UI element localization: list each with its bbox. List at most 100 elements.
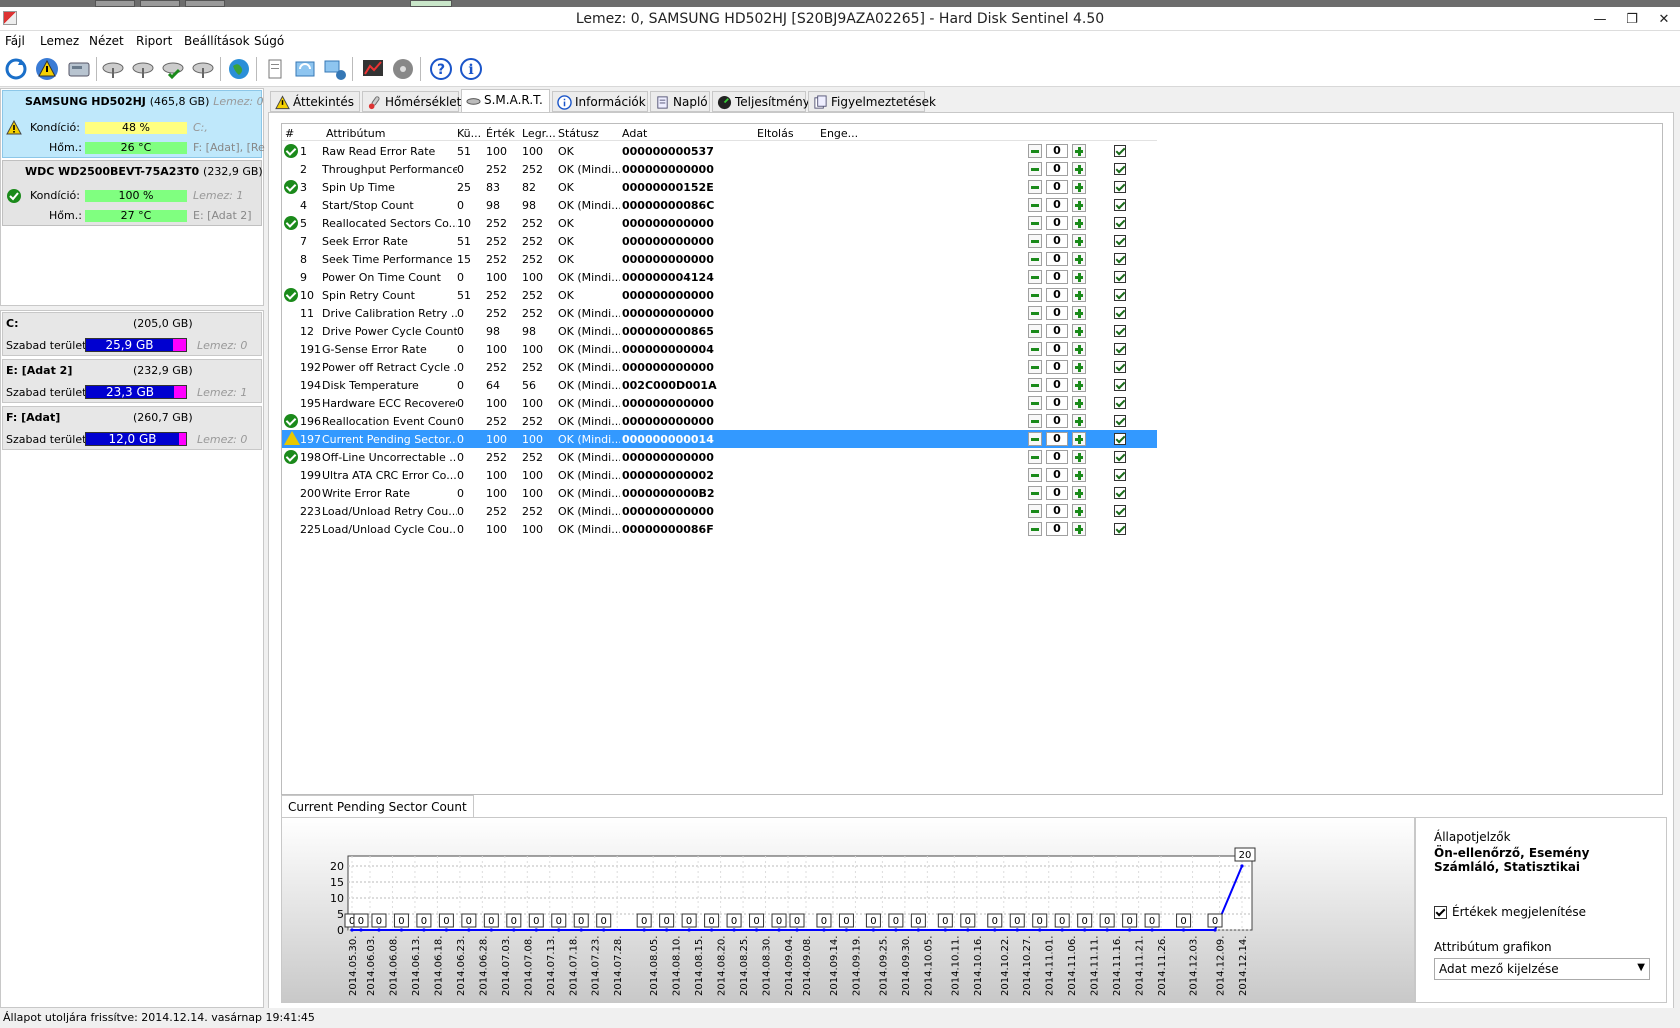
offset-decrease-button[interactable] [1028, 162, 1042, 176]
offset-decrease-button[interactable] [1028, 306, 1042, 320]
smart-table[interactable]: # Attribútum Kü... Érték Legr... Státusz… [281, 123, 1663, 795]
offset-value[interactable]: 0 [1046, 522, 1068, 536]
offset-decrease-button[interactable] [1028, 252, 1042, 266]
offset-increase-button[interactable] [1072, 180, 1086, 194]
volume-item-c[interactable]: C: (205,0 GB) Szabad terület 25,9 GB Lem… [2, 312, 262, 356]
offset-value[interactable]: 0 [1046, 288, 1068, 302]
satellite-add-icon[interactable] [130, 56, 156, 82]
menu-report[interactable]: Riport [136, 34, 172, 48]
tab-performance[interactable]: Teljesítmény [712, 91, 810, 112]
menu-help[interactable]: Súgó [254, 34, 284, 48]
offset-increase-button[interactable] [1072, 504, 1086, 518]
offset-decrease-button[interactable] [1028, 216, 1042, 230]
network-icon[interactable] [322, 56, 348, 82]
offset-decrease-button[interactable] [1028, 486, 1042, 500]
col-threshold[interactable]: Kü... [457, 127, 481, 140]
close-button[interactable]: ✕ [1648, 7, 1680, 31]
disk-drive-icon[interactable] [66, 56, 92, 82]
offset-increase-button[interactable] [1072, 486, 1086, 500]
offset-value[interactable]: 0 [1046, 360, 1068, 374]
enabled-checkbox[interactable] [1114, 325, 1126, 337]
table-row[interactable]: 200 Write Error Rate 0 100 100 OK (Mindi... 00… [282, 484, 1157, 502]
offset-value[interactable]: 0 [1046, 378, 1068, 392]
enabled-checkbox[interactable] [1114, 415, 1126, 427]
enabled-checkbox[interactable] [1114, 343, 1126, 355]
offset-value[interactable]: 0 [1046, 414, 1068, 428]
offset-decrease-button[interactable] [1028, 450, 1042, 464]
offset-increase-button[interactable] [1072, 396, 1086, 410]
enabled-checkbox[interactable] [1114, 253, 1126, 265]
offset-increase-button[interactable] [1072, 144, 1086, 158]
satellite-remove-icon[interactable] [190, 56, 216, 82]
tab-temperature[interactable]: Hőmérséklet [362, 91, 461, 112]
table-row[interactable]: 225 Load/Unload Cycle Cou... 0 100 100 OK (Mi… [282, 520, 1157, 538]
disk-tools-icon[interactable] [390, 56, 416, 82]
offset-increase-button[interactable] [1072, 414, 1086, 428]
table-row[interactable]: 195 Hardware ECC Recovered 0 100 100 OK (Mind… [282, 394, 1157, 412]
table-row[interactable]: 12 Drive Power Cycle Count 0 98 98 OK (Mindi.… [282, 322, 1157, 340]
col-status[interactable]: Státusz [558, 127, 599, 140]
menu-view[interactable]: Nézet [89, 34, 124, 48]
offset-decrease-button[interactable] [1028, 468, 1042, 482]
table-row[interactable]: 2 Throughput Performance 0 252 252 OK (Mindi.… [282, 160, 1157, 178]
offset-value[interactable]: 0 [1046, 432, 1068, 446]
offset-value[interactable]: 0 [1046, 450, 1068, 464]
offset-value[interactable]: 0 [1046, 198, 1068, 212]
offset-increase-button[interactable] [1072, 216, 1086, 230]
table-row[interactable]: 191 G-Sense Error Rate 0 100 100 OK (Mindi...… [282, 340, 1157, 358]
satellite-ok-icon[interactable] [160, 56, 186, 82]
offset-value[interactable]: 0 [1046, 306, 1068, 320]
offset-value[interactable]: 0 [1046, 252, 1068, 266]
enabled-checkbox[interactable] [1114, 289, 1126, 301]
offset-value[interactable]: 0 [1046, 324, 1068, 338]
table-row[interactable]: 1 Raw Read Error Rate 51 100 100 OK 0000000005… [282, 142, 1157, 160]
enabled-checkbox[interactable] [1114, 469, 1126, 481]
show-values-checkbox[interactable] [1434, 906, 1447, 919]
drive-item-1[interactable]: WDC WD2500BEVT-75A23T0 (232,9 GB) Kondíc… [2, 160, 263, 226]
col-data[interactable]: Adat [622, 127, 647, 140]
table-row[interactable]: 7 Seek Error Rate 51 252 252 OK 000000000000 0 [282, 232, 1157, 250]
offset-decrease-button[interactable] [1028, 198, 1042, 212]
offset-value[interactable]: 0 [1046, 216, 1068, 230]
col-enabled[interactable]: Enge... [820, 127, 858, 140]
offset-increase-button[interactable] [1072, 432, 1086, 446]
offset-decrease-button[interactable] [1028, 324, 1042, 338]
table-row[interactable]: 192 Power off Retract Cycle ... 0 252 252 OK … [282, 358, 1157, 376]
refresh-icon[interactable] [3, 56, 29, 82]
offset-increase-button[interactable] [1072, 234, 1086, 248]
offset-increase-button[interactable] [1072, 288, 1086, 302]
maximize-button[interactable]: ❐ [1616, 7, 1648, 31]
satellite-icon[interactable] [100, 56, 126, 82]
col-attribute[interactable]: Attribútum [326, 127, 386, 140]
offset-increase-button[interactable] [1072, 162, 1086, 176]
table-row[interactable]: 11 Drive Calibration Retry ... 0 252 252 OK (… [282, 304, 1157, 322]
offset-value[interactable]: 0 [1046, 144, 1068, 158]
enabled-checkbox[interactable] [1114, 145, 1126, 157]
enabled-checkbox[interactable] [1114, 451, 1126, 463]
report-icon[interactable] [262, 56, 288, 82]
table-row[interactable]: 223 Load/Unload Retry Cou... 0 252 252 OK (Mi… [282, 502, 1157, 520]
table-row[interactable]: 5 Reallocated Sectors Co... 10 252 252 OK 0000… [282, 214, 1157, 232]
offset-increase-button[interactable] [1072, 522, 1086, 536]
offset-decrease-button[interactable] [1028, 360, 1042, 374]
col-value[interactable]: Érték [486, 127, 515, 140]
offset-value[interactable]: 0 [1046, 270, 1068, 284]
table-row[interactable]: 8 Seek Time Performance 15 252 252 OK 00000000… [282, 250, 1157, 268]
offset-value[interactable]: 0 [1046, 162, 1068, 176]
info-icon[interactable]: i [458, 56, 484, 82]
offset-decrease-button[interactable] [1028, 180, 1042, 194]
enabled-checkbox[interactable] [1114, 271, 1126, 283]
col-worst[interactable]: Legr... [522, 127, 556, 140]
table-row[interactable]: 10 Spin Retry Count 51 252 252 OK 000000000000… [282, 286, 1157, 304]
offset-decrease-button[interactable] [1028, 504, 1042, 518]
enabled-checkbox[interactable] [1114, 181, 1126, 193]
offset-value[interactable]: 0 [1046, 486, 1068, 500]
enabled-checkbox[interactable] [1114, 397, 1126, 409]
offset-decrease-button[interactable] [1028, 522, 1042, 536]
tab-overview[interactable]: Áttekintés [270, 91, 360, 112]
table-row[interactable]: 198 Off-Line Uncorrectable ... 0 252 252 OK (… [282, 448, 1157, 466]
tab-alerts[interactable]: Figyelmeztetések [808, 91, 936, 112]
offset-value[interactable]: 0 [1046, 342, 1068, 356]
volume-item-f[interactable]: F: [Adat] (260,7 GB) Szabad terület 12,0… [2, 406, 262, 450]
drive-item-0[interactable]: SAMSUNG HD502HJ (465,8 GB) Lemez: 0 Kond… [2, 90, 265, 158]
